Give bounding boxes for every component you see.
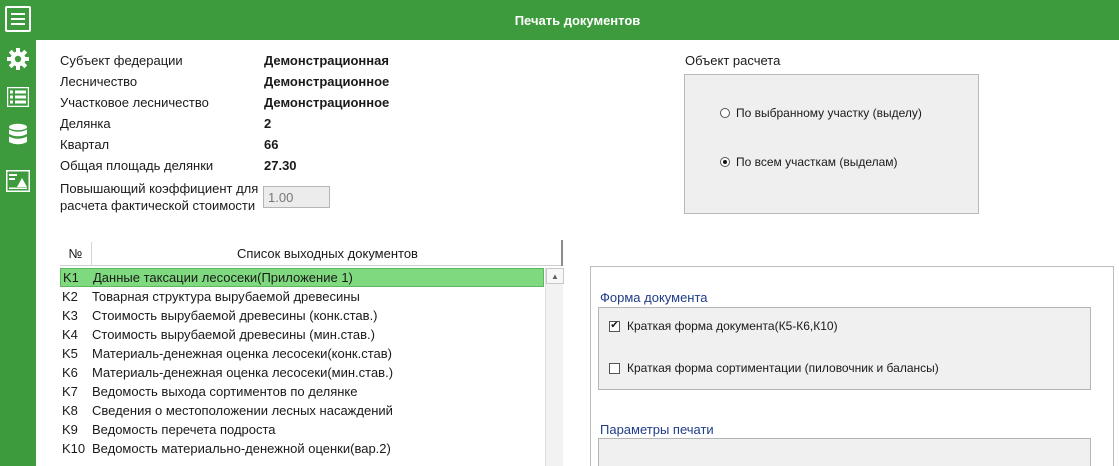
title-bar: Печать документов: [36, 0, 1119, 40]
list-icon[interactable]: [5, 84, 31, 110]
scroll-up-arrow-icon[interactable]: ▲: [546, 268, 564, 284]
report-icon[interactable]: [5, 168, 31, 194]
quarter-value: 66: [264, 137, 279, 152]
doc-name: Материаль-денежная оценка лесосеки(мин.с…: [92, 365, 394, 380]
doc-code: K3: [62, 308, 78, 323]
doc-code: K9: [62, 422, 78, 437]
hamburger-menu-icon[interactable]: [5, 6, 31, 32]
column-header-title[interactable]: Список выходных документов: [92, 242, 563, 265]
doc-name: Стоимость вырубаемой древесины (конк.ста…: [92, 308, 378, 323]
plot-label: Делянка: [60, 116, 111, 131]
doc-code: K8: [62, 403, 78, 418]
doc-code: K10: [62, 441, 86, 456]
doc-name: Ведомость материально-денежной оценки(ва…: [92, 441, 391, 456]
doc-code: K6: [62, 365, 78, 380]
list-item[interactable]: K2 Товарная структура вырубаемой древесин…: [60, 287, 544, 306]
area-label: Общая площадь делянки: [60, 158, 214, 173]
district-label: Участковое лесничество: [60, 95, 209, 110]
checkbox-label: Краткая форма документа(К5-К6,К10): [627, 319, 838, 333]
documents-list: K1 Данные таксации лесосеки(Приложение 1)…: [60, 268, 544, 458]
checkbox-label: Краткая форма сортиментации (пиловочник …: [627, 361, 939, 375]
calc-object-group: [684, 74, 979, 214]
quarter-label: Квартал: [60, 137, 110, 152]
gear-icon[interactable]: [5, 46, 31, 72]
plot-value: 2: [264, 116, 272, 131]
doc-name: Ведомость перечета подроста: [92, 422, 276, 437]
coefficient-label-line2: расчета фактической стоимости: [60, 198, 256, 213]
area-value: 27.30: [264, 158, 297, 173]
coefficient-label-line1: Повышающий коэффициент для: [60, 181, 259, 196]
forestry-value: Демонстрационное: [264, 74, 390, 89]
documents-list-header: № Список выходных документов: [60, 242, 563, 266]
radio-button[interactable]: [720, 108, 730, 118]
doc-name: Ведомость выхода сортиментов по делянке: [92, 384, 358, 399]
doc-name: Стоимость вырубаемой древесины (мин.став…: [92, 327, 375, 342]
doc-code: K5: [62, 346, 78, 361]
radio-all-plots[interactable]: По всем участкам (выделам): [720, 155, 898, 169]
doc-code: K4: [62, 327, 78, 342]
doc-form-title: Форма документа: [600, 290, 708, 305]
subject-label: Субъект федерации: [60, 53, 183, 68]
coefficient-label: Повышающий коэффициент для расчета факти…: [60, 180, 260, 214]
doc-code: K7: [62, 384, 78, 399]
header-divider: [561, 240, 563, 266]
database-icon[interactable]: [5, 122, 31, 148]
doc-name: Товарная структура вырубаемой древесины: [92, 289, 360, 304]
list-item[interactable]: K7 Ведомость выхода сортиментов по делянк…: [60, 382, 544, 401]
checkbox-short-doc-form[interactable]: ✔ Краткая форма документа(К5-К6,К10): [609, 319, 838, 333]
list-item[interactable]: K4 Стоимость вырубаемой древесины (мин.ст…: [60, 325, 544, 344]
checkbox-unchecked[interactable]: [609, 362, 620, 374]
list-item[interactable]: K10 Ведомость материально-денежной оценки…: [60, 439, 544, 458]
doc-code: K1: [63, 270, 79, 285]
doc-name: Сведения о местоположении лесных насажде…: [92, 403, 393, 418]
list-item[interactable]: K6 Материаль-денежная оценка лесосеки(мин…: [60, 363, 544, 382]
calc-object-title: Объект расчета: [685, 53, 781, 68]
radio-label: По выбранному участку (выделу): [736, 106, 922, 120]
checkbox-checked[interactable]: ✔: [609, 320, 620, 332]
page-title: Печать документов: [514, 12, 641, 28]
forestry-label: Лесничество: [60, 74, 138, 89]
print-params-group: [598, 438, 1091, 466]
radio-label: По всем участкам (выделам): [736, 155, 898, 169]
list-item[interactable]: K3 Стоимость вырубаемой древесины (конк.с…: [60, 306, 544, 325]
sidebar: [0, 0, 36, 466]
doc-name: Материаль-денежная оценка лесосеки(конк.…: [92, 346, 392, 361]
checkbox-short-sorting-form[interactable]: Краткая форма сортиментации (пиловочник …: [609, 361, 939, 375]
doc-name: Данные таксации лесосеки(Приложение 1): [93, 270, 353, 285]
documents-scrollbar[interactable]: ▲: [545, 268, 564, 466]
print-params-title: Параметры печати: [600, 422, 714, 437]
column-header-number[interactable]: №: [60, 242, 92, 265]
subject-value: Демонстрационная: [264, 53, 389, 68]
list-item[interactable]: K1 Данные таксации лесосеки(Приложение 1): [60, 268, 544, 287]
radio-selected-plot[interactable]: По выбранному участку (выделу): [720, 106, 922, 120]
district-value: Демонстрационное: [264, 95, 390, 110]
radio-button-checked[interactable]: [720, 157, 730, 167]
list-item[interactable]: K5 Материаль-денежная оценка лесосеки(кон…: [60, 344, 544, 363]
coefficient-input[interactable]: [263, 186, 330, 208]
list-item[interactable]: K8 Сведения о местоположении лесных насаж…: [60, 401, 544, 420]
list-item[interactable]: K9 Ведомость перечета подроста: [60, 420, 544, 439]
doc-code: K2: [62, 289, 78, 304]
